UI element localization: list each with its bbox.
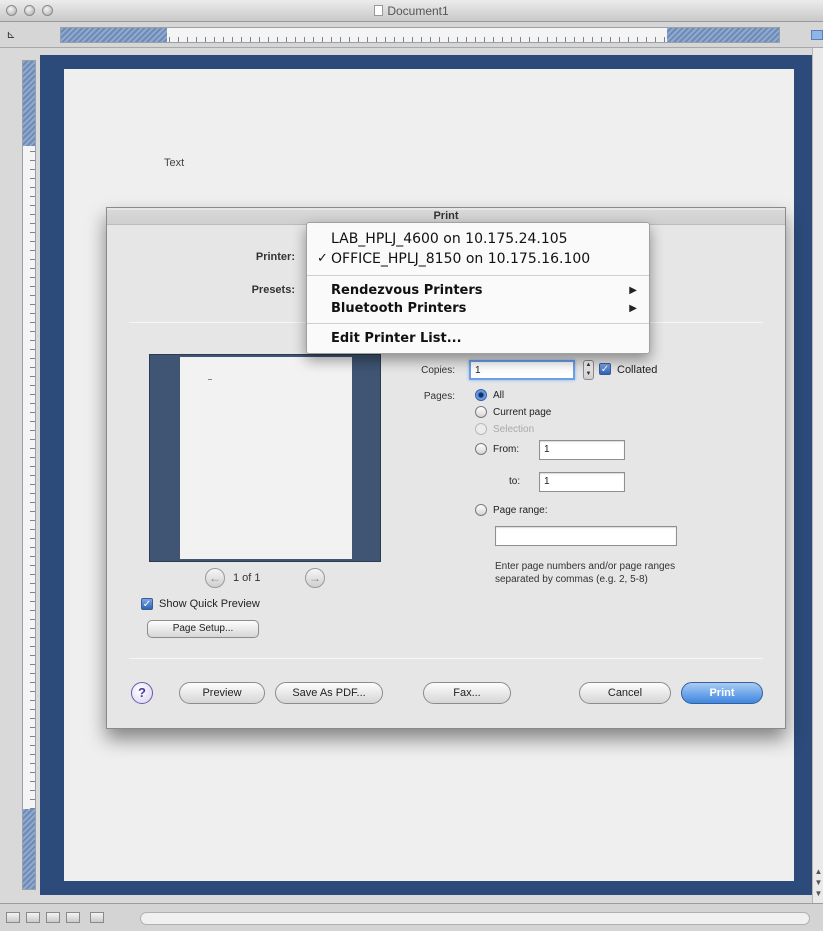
pages-all-label: All — [493, 390, 505, 401]
window-titlebar: Document1 — [0, 0, 823, 22]
copies-input[interactable]: 1 — [469, 360, 575, 380]
horizontal-scrollbar[interactable] — [140, 912, 810, 925]
bluetooth-printers-submenu[interactable]: Bluetooth Printers ▶ — [307, 299, 649, 319]
printer-label: Printer: — [255, 251, 295, 263]
to-label: to: — [509, 476, 521, 487]
collated-checkbox[interactable]: ✓ — [599, 363, 611, 375]
preview-page-counter: 1 of 1 — [233, 572, 261, 584]
show-quick-preview-checkbox[interactable]: ✓ — [141, 598, 153, 610]
show-quick-preview-label: Show Quick Preview — [159, 598, 260, 610]
ruler-right-margin[interactable] — [667, 28, 779, 42]
vruler-bottom-margin[interactable] — [23, 809, 35, 889]
pages-current-radio[interactable] — [475, 406, 487, 418]
submenu-label: Rendezvous Printers — [331, 283, 483, 298]
preview-page-thumbnail — [180, 357, 352, 559]
pages-current-label: Current page — [493, 407, 552, 418]
notebook-view-button[interactable] — [66, 912, 80, 923]
pages-label: Pages: — [423, 391, 455, 402]
pages-range-radio[interactable] — [475, 504, 487, 516]
tab-stop-icon[interactable]: ⊾ — [4, 28, 18, 42]
printer-popup-menu: LAB_HPLJ_4600 on 10.175.24.105 ✓ OFFICE_… — [306, 222, 650, 354]
pages-range-label: Page range: — [493, 505, 548, 516]
edit-printer-list-item[interactable]: Edit Printer List... — [307, 329, 649, 349]
publishing-view-button[interactable] — [90, 912, 104, 923]
vruler-top-margin[interactable] — [23, 61, 35, 146]
save-as-pdf-button[interactable]: Save As PDF... — [275, 682, 383, 704]
copies-stepper[interactable]: ▲ ▼ — [583, 360, 594, 380]
collated-label: Collated — [617, 364, 658, 376]
pages-selection-label: Selection — [493, 424, 535, 435]
next-page-button[interactable]: → — [305, 568, 325, 588]
horizontal-ruler[interactable] — [60, 27, 780, 43]
page-setup-button[interactable]: Page Setup... — [147, 620, 259, 638]
document-icon — [374, 5, 384, 16]
pages-all-radio[interactable] — [475, 389, 487, 401]
ruler-bar: ⊾ — [0, 22, 823, 48]
presets-label: Presets: — [251, 284, 295, 296]
print-button[interactable]: Print — [681, 682, 763, 704]
help-button[interactable]: ? — [131, 682, 153, 704]
printer-menu-item-lab[interactable]: LAB_HPLJ_4600 on 10.175.24.105 — [307, 229, 649, 249]
menu-separator — [307, 275, 649, 276]
printer-menu-item-office[interactable]: ✓ OFFICE_HPLJ_8150 on 10.175.16.100 — [307, 249, 649, 269]
ruler-toggle-icon[interactable] — [811, 30, 823, 40]
bottom-separator — [129, 658, 763, 659]
status-bar — [0, 903, 823, 931]
page-range-hint: Enter page numbers and/or page ranges se… — [495, 561, 676, 585]
menu-separator — [307, 323, 649, 324]
copies-label: Copies: — [421, 365, 455, 376]
scroll-arrows-icon[interactable]: ▲ ▼ ▼ — [814, 866, 823, 899]
draft-view-button[interactable] — [6, 912, 20, 923]
submenu-label: Bluetooth Printers — [331, 301, 467, 316]
window-title-text: Document1 — [387, 4, 449, 18]
to-page-input[interactable]: 1 — [539, 472, 625, 492]
preview-text-mark — [208, 379, 212, 380]
ruler-left-margin[interactable] — [61, 28, 167, 42]
cancel-button[interactable]: Cancel — [579, 682, 671, 704]
layout-view-button[interactable] — [46, 912, 60, 923]
preview-button[interactable]: Preview — [179, 682, 265, 704]
print-preview — [149, 354, 381, 562]
page-range-input[interactable] — [495, 526, 677, 546]
checkmark-icon: ✓ — [317, 251, 328, 266]
pages-selection-radio — [475, 423, 487, 435]
pages-from-radio[interactable] — [475, 443, 487, 455]
printer-menu-item-label: LAB_HPLJ_4600 on 10.175.24.105 — [331, 231, 568, 247]
printer-menu-item-label: OFFICE_HPLJ_8150 on 10.175.16.100 — [331, 251, 591, 267]
vertical-scrollbar[interactable]: ▲ ▼ ▼ — [812, 48, 823, 903]
from-page-input[interactable]: 1 — [539, 440, 625, 460]
submenu-arrow-icon: ▶ — [629, 285, 637, 296]
submenu-arrow-icon: ▶ — [629, 303, 637, 314]
fax-button[interactable]: Fax... — [423, 682, 511, 704]
window-title: Document1 — [0, 4, 823, 18]
pages-from-label: From: — [493, 444, 520, 455]
vertical-ruler[interactable] — [22, 60, 36, 890]
outline-view-button[interactable] — [26, 912, 40, 923]
previous-page-button[interactable]: ← — [205, 568, 225, 588]
rendezvous-printers-submenu[interactable]: Rendezvous Printers ▶ — [307, 281, 649, 301]
document-body-text: Text — [164, 157, 185, 169]
